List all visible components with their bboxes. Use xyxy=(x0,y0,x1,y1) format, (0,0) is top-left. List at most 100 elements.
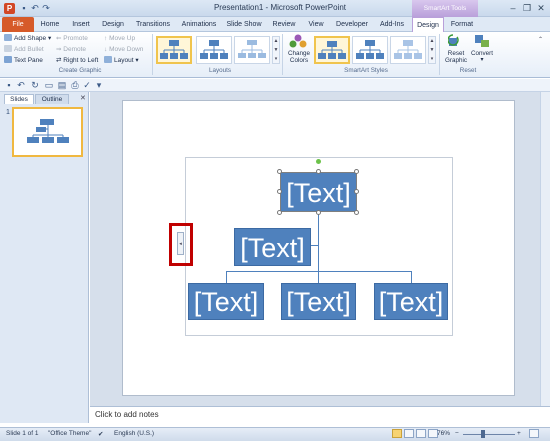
promote-button[interactable]: ⇐ Promote xyxy=(56,34,88,44)
add-shape-button[interactable]: Add Shape ▾ xyxy=(4,34,51,44)
normal-view-button[interactable] xyxy=(392,429,402,438)
style-gallery-item-subtle-effect[interactable] xyxy=(390,36,426,64)
tab-insert[interactable]: Insert xyxy=(67,17,95,32)
move-down-button[interactable]: ↓ Move Down xyxy=(104,45,143,55)
smartart-top-node[interactable]: [Text] xyxy=(280,172,357,212)
layouts-gallery-scroll[interactable]: ▲ ▼ ▾ xyxy=(272,36,280,64)
add-shape-label: Add Shape xyxy=(14,35,47,42)
spelling-status-icon[interactable]: ✔ xyxy=(98,430,103,438)
restore-button[interactable]: ❐ xyxy=(520,2,534,14)
layout-gallery-item-name-title[interactable] xyxy=(196,36,232,64)
minimize-button[interactable]: – xyxy=(506,2,520,14)
tab-home[interactable]: Home xyxy=(36,17,64,32)
fit-to-window-button[interactable] xyxy=(529,429,539,438)
smartart-tools-context-label: SmartArt Tools xyxy=(412,0,478,17)
slide-thumbnail[interactable] xyxy=(12,107,83,157)
notes-placeholder: Click to add notes xyxy=(95,410,159,419)
tab-review[interactable]: Review xyxy=(268,17,300,32)
undo-icon[interactable]: ↶ xyxy=(16,80,26,90)
zoom-level[interactable]: 76% xyxy=(437,430,450,437)
redo-icon[interactable]: ↻ xyxy=(30,80,40,90)
vertical-scrollbar[interactable] xyxy=(540,92,550,406)
close-pane-icon[interactable]: ✕ xyxy=(80,94,86,102)
quick-print-icon[interactable]: ⎙ xyxy=(70,80,80,90)
change-colors-button[interactable]: Change Colors xyxy=(287,34,311,66)
tab-outline[interactable]: Outline xyxy=(35,94,69,104)
tab-slides[interactable]: Slides xyxy=(4,94,34,104)
resize-handle[interactable] xyxy=(354,169,359,174)
connector-line xyxy=(311,245,319,246)
powerpoint-app-icon[interactable]: P xyxy=(4,3,15,14)
demote-label: Demote xyxy=(63,46,87,53)
smartart-assistant-node[interactable]: [Text] xyxy=(234,228,311,266)
layout-icon xyxy=(104,56,112,63)
group-label-reset: Reset xyxy=(459,67,477,74)
change-colors-icon xyxy=(289,34,307,48)
group-label-smartart-styles: SmartArt Styles xyxy=(344,67,388,74)
style-gallery-item-simple-fill[interactable] xyxy=(314,36,350,64)
right-to-left-button[interactable]: ⇄ Right to Left xyxy=(56,56,98,66)
tab-smartart-format[interactable]: Format xyxy=(446,17,478,32)
open-icon[interactable]: ▭ xyxy=(44,80,54,90)
convert-button[interactable]: Convert ▾ xyxy=(470,34,494,66)
resize-handle[interactable] xyxy=(316,169,321,174)
language-indicator[interactable]: English (U.S.) xyxy=(114,430,154,437)
layout-gallery-item-half-circle[interactable] xyxy=(234,36,270,64)
convert-label: Convert xyxy=(470,50,494,57)
smartart-child-node[interactable]: [Text] xyxy=(374,283,448,320)
resize-handle[interactable] xyxy=(277,169,282,174)
reset-graphic-button[interactable]: Reset Graphic xyxy=(443,34,469,66)
promote-icon: ⇐ xyxy=(56,35,62,42)
smartart-child-node[interactable]: [Text] xyxy=(188,283,264,320)
rotate-handle[interactable] xyxy=(316,159,321,164)
zoom-in-button[interactable]: + xyxy=(517,430,521,437)
text-pane-button[interactable]: Text Pane xyxy=(4,56,43,66)
tab-animations[interactable]: Animations xyxy=(178,17,220,32)
styles-gallery-scroll[interactable]: ▲ ▼ ▾ xyxy=(428,36,436,64)
customize-toolbar-icon[interactable]: ▾ xyxy=(94,80,104,90)
layout-dropdown-button[interactable]: Layout ▾ xyxy=(104,56,139,66)
reading-view-button[interactable] xyxy=(416,429,426,438)
connector-line xyxy=(226,271,227,283)
zoom-slider-track[interactable] xyxy=(463,434,515,435)
collapse-ribbon-icon[interactable]: ⌃ xyxy=(538,36,543,43)
slide-sorter-view-button[interactable] xyxy=(404,429,414,438)
close-button[interactable]: ✕ xyxy=(534,2,548,14)
window-title: Presentation1 - Microsoft PowerPoint xyxy=(213,3,347,12)
add-shape-icon xyxy=(4,34,12,41)
tab-add-ins[interactable]: Add-Ins xyxy=(375,17,409,32)
move-up-button[interactable]: ↑ Move Up xyxy=(104,34,135,44)
resize-handle[interactable] xyxy=(277,189,282,194)
save-icon[interactable]: ▪ xyxy=(4,80,14,90)
tab-slide-show[interactable]: Slide Show xyxy=(223,17,265,32)
save-icon[interactable]: ▪ xyxy=(19,3,29,13)
resize-handle[interactable] xyxy=(316,210,321,215)
print-icon[interactable]: ▤ xyxy=(57,80,67,90)
text-pane-icon xyxy=(4,56,12,63)
smartart-child-node[interactable]: [Text] xyxy=(281,283,356,320)
group-separator xyxy=(152,34,153,75)
right-to-left-icon: ⇄ xyxy=(56,57,62,64)
style-gallery-item-white-outline[interactable] xyxy=(352,36,388,64)
move-up-label: Move Up xyxy=(109,35,136,42)
tab-file[interactable]: File xyxy=(2,17,34,32)
redo-icon[interactable]: ↷ xyxy=(41,3,51,13)
tab-smartart-design[interactable]: Design xyxy=(412,17,444,32)
resize-handle[interactable] xyxy=(277,210,282,215)
resize-handle[interactable] xyxy=(354,210,359,215)
notes-pane[interactable] xyxy=(90,406,550,427)
undo-icon[interactable]: ↶ xyxy=(30,3,40,13)
tab-design[interactable]: Design xyxy=(98,17,128,32)
tab-developer[interactable]: Developer xyxy=(332,17,372,32)
tab-view[interactable]: View xyxy=(303,17,329,32)
demote-button[interactable]: ⇒ Demote xyxy=(56,45,86,55)
layout-gallery-item-org-chart[interactable] xyxy=(156,36,192,64)
spell-check-icon[interactable]: ✓ xyxy=(82,80,92,90)
resize-handle[interactable] xyxy=(354,189,359,194)
demote-icon: ⇒ xyxy=(56,46,62,53)
add-bullet-label: Add Bullet xyxy=(14,46,44,53)
zoom-slider-thumb[interactable] xyxy=(481,430,485,438)
add-bullet-button[interactable]: Add Bullet xyxy=(4,45,44,55)
tab-transitions[interactable]: Transitions xyxy=(131,17,175,32)
zoom-out-button[interactable]: − xyxy=(455,430,459,437)
